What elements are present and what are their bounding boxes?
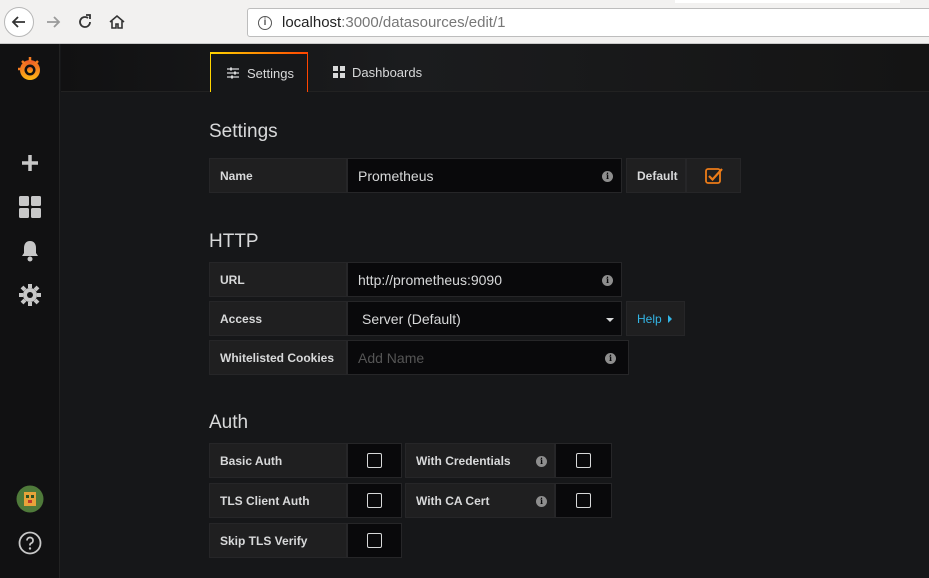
info-icon[interactable]: i (536, 456, 547, 467)
name-label: Name (209, 158, 347, 193)
info-icon[interactable]: i (605, 353, 616, 364)
tab-dashboards[interactable]: Dashboards (333, 52, 422, 92)
checkbox-box (576, 493, 591, 508)
url-input[interactable]: http://prometheus:9090 i (347, 262, 622, 297)
info-icon[interactable]: i (536, 496, 547, 507)
plus-icon[interactable] (15, 148, 45, 178)
info-icon[interactable]: i (602, 171, 613, 182)
address-bar[interactable]: i localhost:3000/datasources/edit/1 (247, 8, 929, 37)
home-icon (109, 14, 125, 29)
whitelisted-cookies-label: Whitelisted Cookies (209, 340, 347, 375)
with-credentials-label: With Credentials i (405, 443, 555, 478)
url-text: localhost:3000/datasources/edit/1 (282, 14, 506, 31)
url-input-value: http://prometheus:9090 (358, 271, 502, 288)
caret-down-icon (606, 318, 614, 322)
tls-client-auth-checkbox[interactable] (347, 483, 402, 518)
alerting-bell-icon[interactable] (15, 236, 45, 266)
arrow-right-icon (47, 16, 61, 28)
auth-section-title: Auth (209, 412, 249, 433)
datasource-edit-page: Settings Dashboards Settings Name Promet… (61, 44, 929, 578)
checkbox-box (367, 533, 382, 548)
default-checkbox[interactable] (686, 158, 741, 193)
tab-settings-label: Settings (247, 65, 294, 81)
skip-tls-verify-checkbox[interactable] (347, 523, 402, 558)
help-icon[interactable] (15, 528, 45, 558)
http-section-title: HTTP (209, 231, 259, 252)
browser-toolbar: i localhost:3000/datasources/edit/1 (0, 0, 929, 44)
reload-button[interactable] (70, 7, 100, 37)
cookies-placeholder: Add Name (358, 349, 425, 366)
checkbox-box (367, 493, 382, 508)
home-button[interactable] (102, 7, 132, 37)
checkbox-box (576, 453, 591, 468)
tab-strip-edge (675, 0, 900, 3)
dashboards-icon[interactable] (15, 192, 45, 222)
forward-button[interactable] (38, 7, 68, 37)
basic-auth-label: Basic Auth (209, 443, 347, 478)
settings-section-title: Settings (209, 121, 278, 142)
access-select-value: Server (Default) (362, 310, 461, 327)
sliders-icon (227, 67, 239, 79)
grid-icon (333, 66, 345, 78)
access-select[interactable]: Server (Default) (347, 301, 622, 336)
back-button[interactable] (4, 7, 34, 37)
with-ca-cert-label: With CA Cert i (405, 483, 555, 518)
with-ca-cert-text: With CA Cert (416, 493, 490, 508)
name-input[interactable]: Prometheus i (347, 158, 622, 193)
info-icon[interactable]: i (602, 275, 613, 286)
configuration-gear-icon[interactable] (15, 280, 45, 310)
name-input-value: Prometheus (358, 167, 434, 184)
tls-client-auth-label: TLS Client Auth (209, 483, 347, 518)
help-button-label: Help (637, 311, 662, 326)
basic-auth-checkbox[interactable] (347, 443, 402, 478)
with-credentials-checkbox[interactable] (555, 443, 612, 478)
with-ca-cert-checkbox[interactable] (555, 483, 612, 518)
tab-settings[interactable]: Settings (210, 52, 308, 92)
with-credentials-text: With Credentials (416, 453, 511, 468)
access-label: Access (209, 301, 347, 336)
whitelisted-cookies-input[interactable]: Add Name i (347, 340, 629, 375)
caret-right-icon (667, 314, 672, 323)
side-menu (0, 44, 60, 578)
checkbox-checked-icon (704, 167, 723, 184)
grafana-logo-icon[interactable] (15, 54, 45, 84)
default-label: Default (626, 158, 686, 193)
skip-tls-verify-label: Skip TLS Verify (209, 523, 347, 558)
help-button[interactable]: Help (626, 301, 685, 336)
page-header: Settings Dashboards (61, 44, 929, 92)
arrow-left-icon (11, 16, 25, 28)
checkbox-box (367, 453, 382, 468)
user-avatar-icon[interactable] (15, 484, 45, 514)
site-info-icon[interactable]: i (258, 15, 272, 30)
tab-dashboards-label: Dashboards (352, 64, 423, 80)
reload-icon (79, 14, 91, 28)
url-label: URL (209, 262, 347, 297)
